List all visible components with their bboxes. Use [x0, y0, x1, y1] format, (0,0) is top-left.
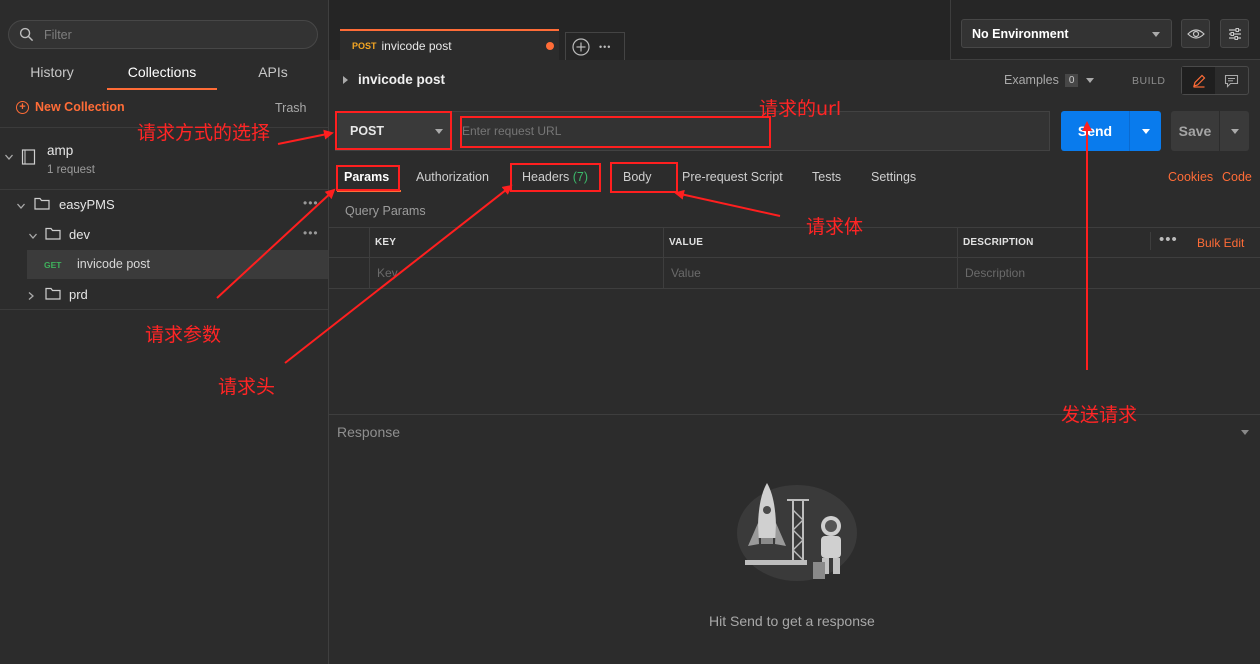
filter-input[interactable] [44, 27, 294, 42]
unsaved-dot-icon [546, 42, 554, 50]
divider [369, 227, 370, 289]
request-title[interactable]: invicode post [343, 72, 445, 87]
column-header-value: VALUE [669, 237, 704, 248]
chevron-down-icon[interactable] [28, 230, 38, 244]
sidebar-tab-history[interactable]: History [18, 64, 86, 86]
subfolder-name[interactable]: dev [69, 227, 90, 242]
send-options-chevron-icon[interactable] [1130, 128, 1161, 134]
build-label: BUILD [1132, 75, 1166, 87]
add-tab-icon[interactable] [571, 37, 591, 57]
send-button[interactable]: Send [1061, 123, 1129, 139]
divider [957, 227, 958, 289]
request-method-badge: GET [44, 260, 62, 270]
more-options-icon[interactable]: ••• [1159, 231, 1178, 248]
edit-pencil-icon[interactable] [1182, 67, 1215, 94]
filter-field[interactable] [8, 20, 318, 49]
expand-icon[interactable] [343, 75, 348, 84]
tab-title: invicode post [381, 38, 452, 53]
chevron-down-icon [1152, 32, 1160, 37]
request-name[interactable]: invicode post [77, 257, 150, 271]
save-button[interactable]: Save [1171, 123, 1219, 139]
tab-method: POST [352, 40, 377, 51]
mode-switch [1181, 66, 1249, 95]
more-options-icon[interactable]: ••• [303, 196, 319, 210]
description-input[interactable]: Description [965, 266, 1025, 280]
environment-value: No Environment [972, 26, 1069, 41]
more-options-icon[interactable]: ••• [303, 226, 319, 240]
bulk-edit-link[interactable]: Bulk Edit [1197, 236, 1244, 250]
annotation-box-body [610, 162, 678, 193]
tab-settings[interactable]: Settings [871, 170, 916, 184]
comment-icon[interactable] [1215, 67, 1248, 94]
plus-circle-icon: + [16, 100, 29, 114]
tab-tests[interactable]: Tests [812, 170, 841, 184]
examples-dropdown[interactable]: Examples 0 [1004, 73, 1095, 87]
folder-icon [45, 287, 61, 303]
more-tabs-icon[interactable]: ••• [599, 42, 611, 52]
folder-icon [45, 227, 61, 243]
tab-actions: ••• [565, 32, 625, 60]
settings-sliders-icon[interactable] [1220, 19, 1249, 48]
collection-meta: 1 request [47, 164, 95, 176]
chevron-down-icon [1086, 77, 1095, 83]
request-tab[interactable]: POST invicode post [340, 29, 559, 60]
params-table [329, 227, 1260, 289]
divider [329, 257, 1260, 258]
column-header-key: KEY [375, 237, 397, 248]
search-icon [19, 27, 34, 42]
chevron-down-icon[interactable] [4, 151, 14, 165]
empty-response-text: Hit Send to get a response [709, 613, 875, 629]
key-input[interactable]: Key [377, 266, 398, 280]
annotation-box-params [336, 165, 400, 191]
new-collection-button[interactable]: + New Collection [16, 100, 125, 114]
annotation-url-note: 请求的url [759, 98, 842, 120]
examples-count: 0 [1064, 73, 1079, 87]
divider [0, 189, 328, 190]
trash-link[interactable]: Trash [275, 101, 307, 115]
request-item[interactable] [27, 250, 328, 279]
divider [950, 0, 951, 60]
annotation-body-note: 请求体 [806, 216, 864, 238]
eye-icon[interactable] [1181, 19, 1210, 48]
tab-authorization[interactable]: Authorization [416, 170, 489, 184]
code-link[interactable]: Code [1222, 170, 1252, 184]
arrow-body [674, 189, 781, 217]
examples-label: Examples [1004, 73, 1059, 87]
divider [0, 309, 328, 310]
active-tab-indicator [107, 88, 217, 90]
send-button-group: Send [1061, 111, 1161, 151]
value-input[interactable]: Value [671, 266, 701, 280]
annotation-box-headers [510, 163, 601, 192]
rocket-illustration-icon [733, 478, 858, 586]
annotation-box-method [335, 111, 452, 150]
subfolder-name[interactable]: prd [69, 287, 88, 302]
divider [663, 227, 664, 289]
annotation-params-note: 请求参数 [145, 324, 222, 346]
sidebar-tab-collections[interactable]: Collections [107, 64, 217, 86]
environment-select[interactable]: No Environment [961, 19, 1172, 48]
save-button-group: Save [1171, 111, 1249, 151]
tab-prerequest-script[interactable]: Pre-request Script [682, 170, 783, 184]
annotation-send-note: 发送请求 [1061, 404, 1138, 426]
sidebar-tab-apis[interactable]: APIs [245, 64, 301, 86]
collection-icon [21, 148, 37, 168]
annotation-box-url [460, 116, 771, 148]
response-title: Response [337, 424, 401, 440]
query-params-title: Query Params [345, 204, 426, 218]
new-collection-label: New Collection [35, 100, 125, 114]
request-title-text: invicode post [358, 72, 446, 87]
annotation-headers-note: 请求头 [218, 376, 276, 398]
annotation-method-note: 请求方式的选择 [137, 122, 271, 144]
chevron-right-icon[interactable] [26, 290, 36, 304]
column-header-description: DESCRIPTION [963, 237, 1034, 248]
chevron-down-icon[interactable] [16, 200, 26, 214]
folder-name[interactable]: easyPMS [59, 197, 115, 212]
folder-icon [34, 197, 50, 213]
divider [1150, 232, 1151, 250]
cookies-link[interactable]: Cookies [1168, 170, 1213, 184]
chevron-down-icon[interactable] [1241, 430, 1249, 435]
collection-name[interactable]: amp [47, 143, 73, 158]
save-options-chevron-icon[interactable] [1220, 128, 1249, 134]
